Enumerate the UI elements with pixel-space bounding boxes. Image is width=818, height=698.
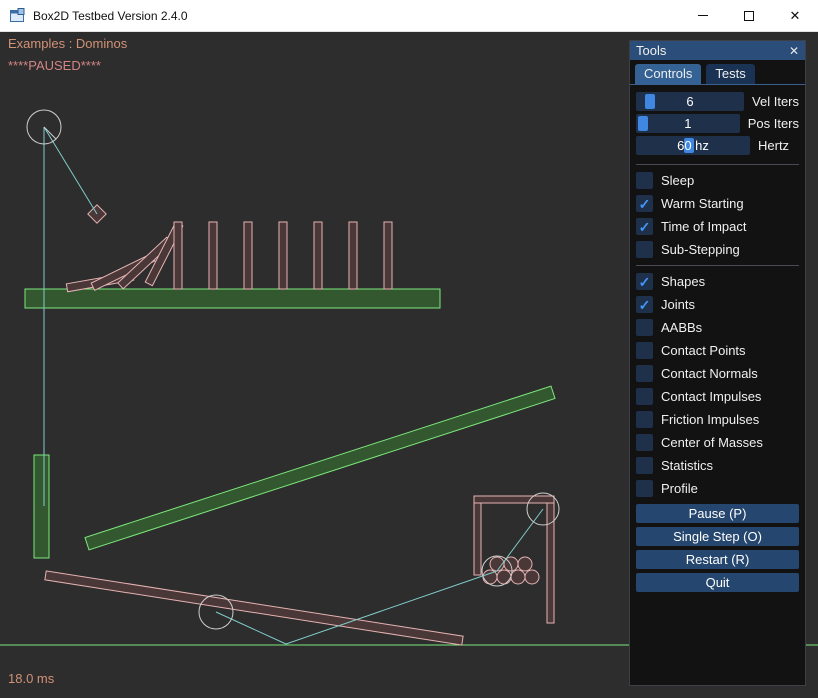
checkbox-box[interactable] — [636, 241, 653, 258]
domino[interactable] — [384, 222, 392, 289]
checkbox-box[interactable]: ✓ — [636, 273, 653, 290]
checkbox-box[interactable] — [636, 434, 653, 451]
checkbox-box[interactable]: ✓ — [636, 195, 653, 212]
vel-iters-row: 6 Vel Iters — [636, 92, 799, 111]
pause-button[interactable]: Pause (P) — [636, 504, 799, 523]
separator — [636, 164, 799, 165]
app-icon — [9, 8, 25, 24]
simulation-canvas[interactable]: Examples : Dominos ****PAUSED**** 18.0 m… — [0, 32, 818, 698]
window-titlebar: Box2D Testbed Version 2.4.0 ✕ — [0, 0, 818, 32]
checkbox-box[interactable]: ✓ — [636, 218, 653, 235]
tools-panel-title: Tools — [636, 43, 666, 58]
window-controls: ✕ — [680, 0, 818, 32]
checkbox-friction-impulses[interactable]: Friction Impulses — [636, 410, 799, 429]
vertical-post — [34, 455, 49, 558]
checkbox-box[interactable] — [636, 365, 653, 382]
domino[interactable] — [174, 222, 182, 289]
hertz-slider[interactable]: 60 hz — [636, 136, 750, 155]
checkbox-contact-points[interactable]: Contact Points — [636, 341, 799, 360]
checkbox-box[interactable] — [636, 411, 653, 428]
maximize-button[interactable] — [726, 0, 772, 32]
domino[interactable] — [349, 222, 357, 289]
checkbox-sleep[interactable]: Sleep — [636, 171, 799, 190]
tools-tabbar: Controls Tests — [630, 60, 805, 85]
hertz-row: 60 hz Hertz — [636, 136, 799, 155]
joint-line — [216, 612, 286, 644]
hertz-label: Hertz — [758, 138, 789, 153]
checkbox-joints[interactable]: ✓ Joints — [636, 295, 799, 314]
domino[interactable] — [314, 222, 322, 289]
checkbox-box[interactable] — [636, 480, 653, 497]
close-icon: ✕ — [790, 9, 801, 22]
marble[interactable] — [525, 570, 539, 584]
checkbox-shapes[interactable]: ✓ Shapes — [636, 272, 799, 291]
checkbox-profile[interactable]: Profile — [636, 479, 799, 498]
minimize-icon — [698, 15, 708, 16]
tab-controls[interactable]: Controls — [635, 64, 701, 84]
single-step-button[interactable]: Single Step (O) — [636, 527, 799, 546]
button-stack: Pause (P) Single Step (O) Restart (R) Qu… — [636, 504, 799, 592]
ramp-plank — [85, 386, 555, 550]
quit-button[interactable]: Quit — [636, 573, 799, 592]
panel-close-icon[interactable]: ✕ — [789, 44, 799, 58]
pos-iters-row: 1 Pos Iters — [636, 114, 799, 133]
close-button[interactable]: ✕ — [772, 0, 818, 32]
checkbox-box[interactable] — [636, 172, 653, 189]
vel-iters-slider[interactable]: 6 — [636, 92, 744, 111]
sample-title: Examples : Dominos — [8, 36, 127, 51]
marble[interactable] — [497, 570, 511, 584]
pos-iters-label: Pos Iters — [748, 116, 799, 131]
checkbox-contact-normals[interactable]: Contact Normals — [636, 364, 799, 383]
tools-panel-titlebar[interactable]: Tools ✕ — [630, 41, 805, 60]
checkbox-statistics[interactable]: Statistics — [636, 456, 799, 475]
separator — [636, 265, 799, 266]
minimize-button[interactable] — [680, 0, 726, 32]
joint-line — [44, 127, 97, 214]
bottom-plank[interactable] — [45, 571, 463, 645]
checkbox-box[interactable]: ✓ — [636, 296, 653, 313]
maximize-icon — [744, 11, 754, 21]
restart-button[interactable]: Restart (R) — [636, 550, 799, 569]
tab-tests[interactable]: Tests — [706, 64, 754, 84]
domino[interactable] — [279, 222, 287, 289]
paused-status: ****PAUSED**** — [8, 58, 101, 73]
checkbox-time-of-impact[interactable]: ✓ Time of Impact — [636, 217, 799, 236]
checkbox-sub-stepping[interactable]: Sub-Stepping — [636, 240, 799, 259]
marble[interactable] — [511, 570, 525, 584]
tools-body: 6 Vel Iters 1 Pos Iters 60 hz — [630, 85, 805, 592]
checkbox-contact-impulses[interactable]: Contact Impulses — [636, 387, 799, 406]
checkbox-aabbs[interactable]: AABBs — [636, 318, 799, 337]
vel-iters-label: Vel Iters — [752, 94, 799, 109]
pos-iters-slider[interactable]: 1 — [636, 114, 740, 133]
checkbox-box[interactable] — [636, 388, 653, 405]
tools-panel: Tools ✕ Controls Tests 6 Vel Iters — [629, 40, 806, 686]
checkbox-box[interactable] — [636, 342, 653, 359]
checkbox-box[interactable] — [636, 319, 653, 336]
app-window: Box2D Testbed Version 2.4.0 ✕ — [0, 0, 818, 698]
frame-time: 18.0 ms — [8, 671, 54, 686]
checkbox-center-of-masses[interactable]: Center of Masses — [636, 433, 799, 452]
checkbox-warm-starting[interactable]: ✓ Warm Starting — [636, 194, 799, 213]
window-title: Box2D Testbed Version 2.4.0 — [33, 9, 188, 23]
domino[interactable] — [244, 222, 252, 289]
domino[interactable] — [209, 222, 217, 289]
marble[interactable] — [518, 557, 532, 571]
checkbox-box[interactable] — [636, 457, 653, 474]
shelf-platform — [25, 289, 440, 308]
